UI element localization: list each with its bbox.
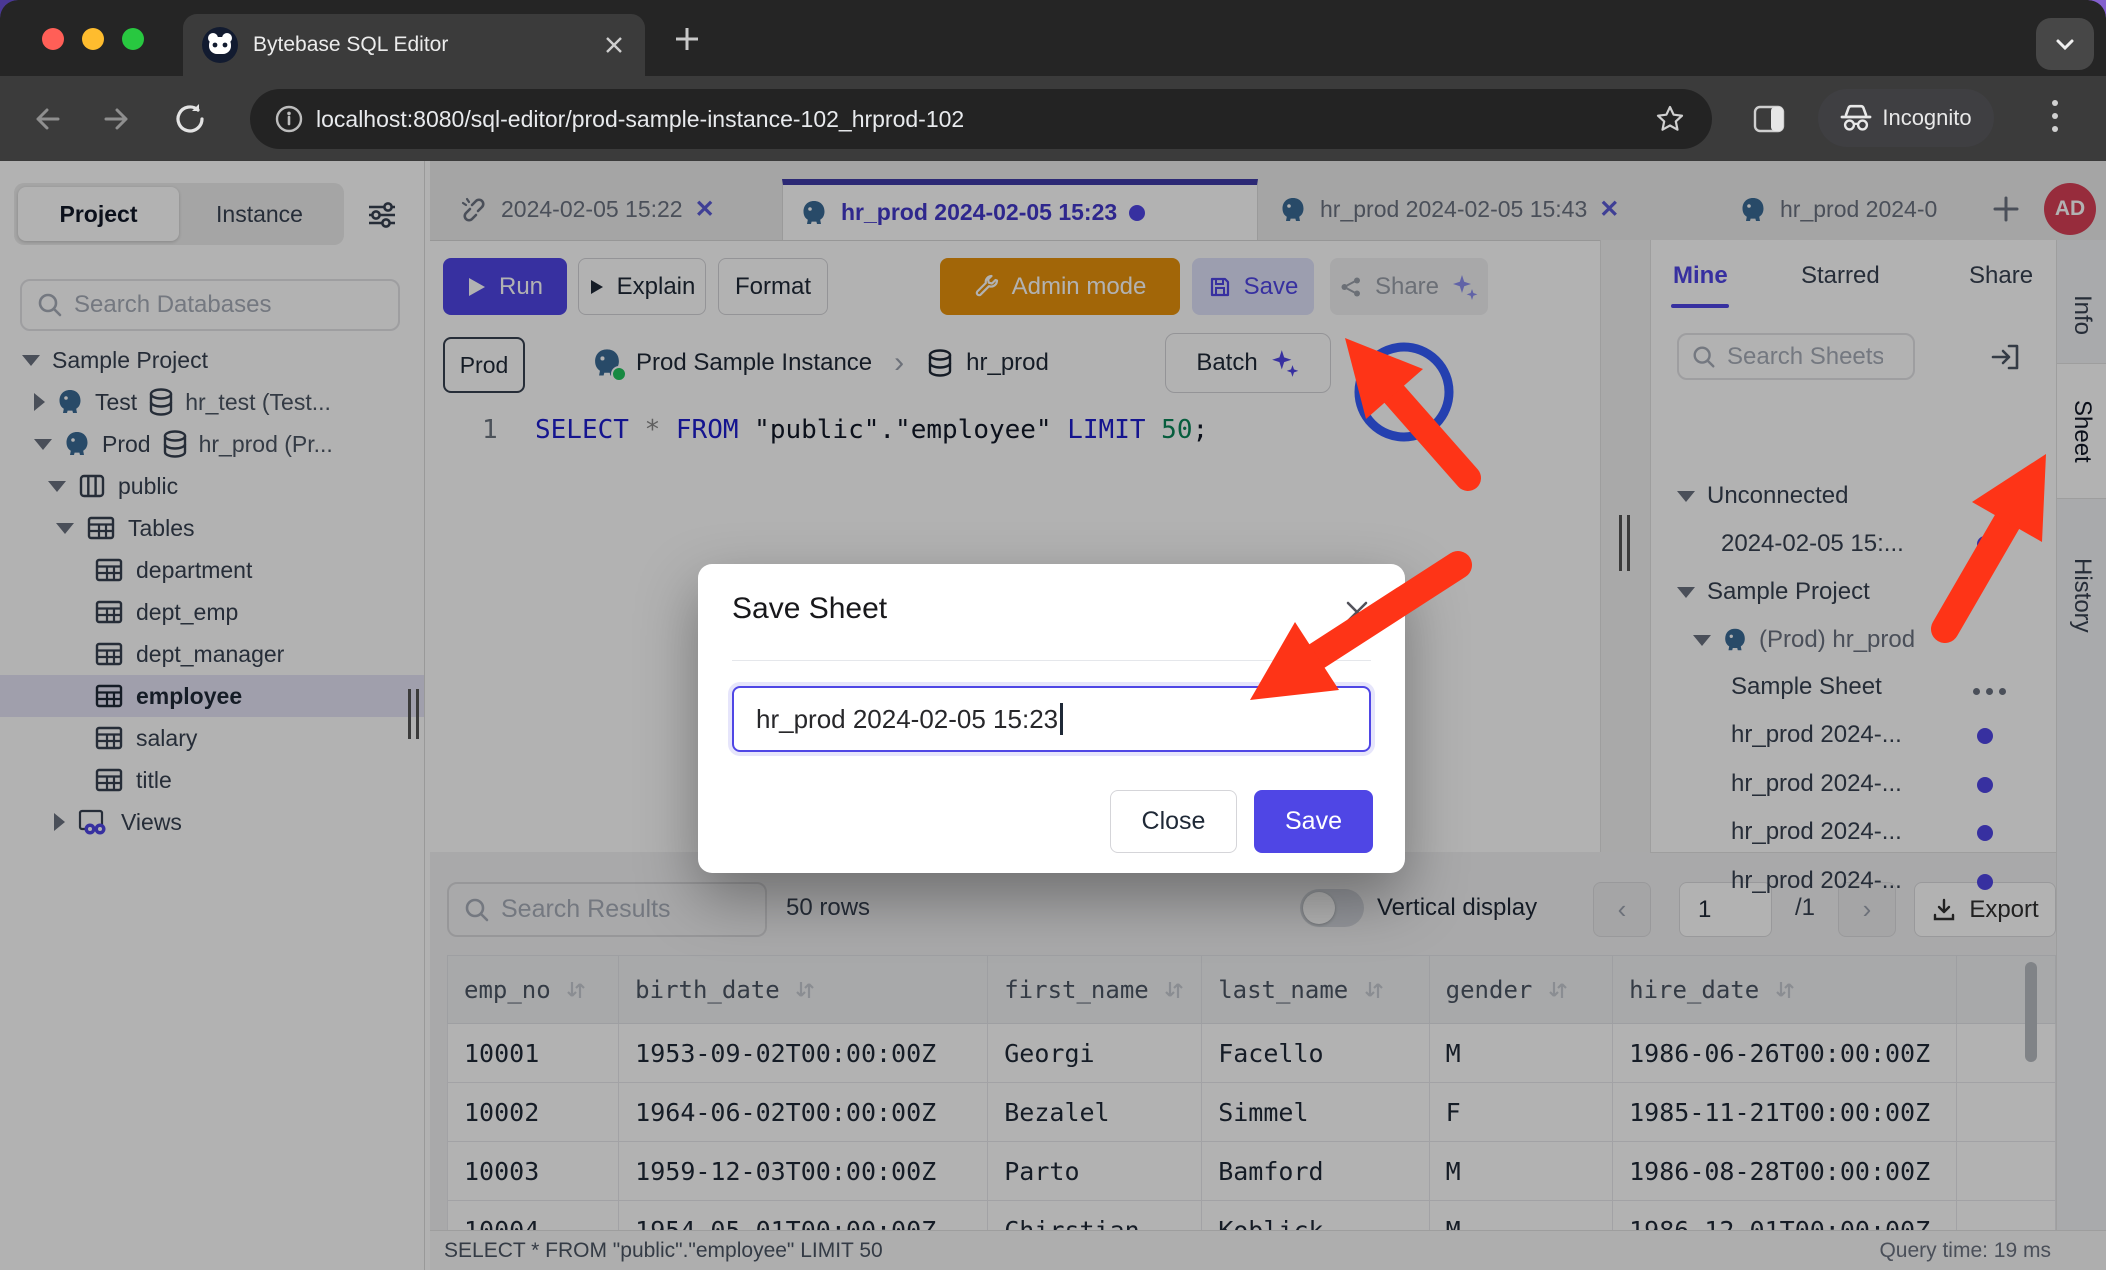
incognito-badge: Incognito [1818, 89, 1994, 147]
chevron-down-icon [2051, 30, 2079, 58]
back-icon[interactable] [30, 102, 64, 136]
url-text: localhost:8080/sql-editor/prod-sample-in… [316, 106, 1654, 133]
dialog-save-button[interactable]: Save [1254, 790, 1373, 853]
close-window-button[interactable] [42, 28, 64, 50]
bytebase-favicon [201, 26, 239, 64]
incognito-label: Incognito [1882, 105, 1971, 131]
address-bar[interactable]: localhost:8080/sql-editor/prod-sample-in… [250, 89, 1712, 149]
text-cursor [1060, 703, 1063, 735]
close-button-label: Close [1142, 807, 1206, 836]
dialog-title: Save Sheet [732, 592, 887, 626]
site-info-icon[interactable] [274, 104, 304, 134]
sheet-name-value: hr_prod 2024-02-05 15:23 [756, 704, 1058, 735]
browser-toolbar: localhost:8080/sql-editor/prod-sample-in… [0, 76, 2106, 162]
browser-menu-icon[interactable] [2052, 100, 2058, 138]
sheet-name-input[interactable]: hr_prod 2024-02-05 15:23 [732, 686, 1371, 752]
tab-search-button[interactable] [2036, 18, 2094, 70]
browser-tab[interactable]: Bytebase SQL Editor [183, 14, 645, 76]
browser-tab-title: Bytebase SQL Editor [253, 33, 603, 57]
zoom-window-button[interactable] [122, 28, 144, 50]
minimize-window-button[interactable] [82, 28, 104, 50]
dialog-close-icon[interactable] [1343, 598, 1371, 626]
browser-window: Bytebase SQL Editor [0, 0, 2106, 1270]
dialog-close-button[interactable]: Close [1110, 790, 1237, 853]
new-tab-button[interactable] [672, 24, 702, 54]
save-button-label: Save [1285, 807, 1342, 836]
incognito-icon [1840, 103, 1872, 133]
save-sheet-dialog: Save Sheet hr_prod 2024-02-05 15:23 Clos… [698, 564, 1405, 873]
forward-icon[interactable] [100, 102, 134, 136]
reload-icon[interactable] [172, 101, 208, 137]
dialog-divider [732, 660, 1371, 661]
side-panel-icon[interactable] [1752, 102, 1786, 136]
close-tab-icon[interactable] [603, 34, 625, 56]
titlebar: Bytebase SQL Editor [0, 0, 2106, 76]
bookmark-star-icon[interactable] [1654, 103, 1686, 135]
